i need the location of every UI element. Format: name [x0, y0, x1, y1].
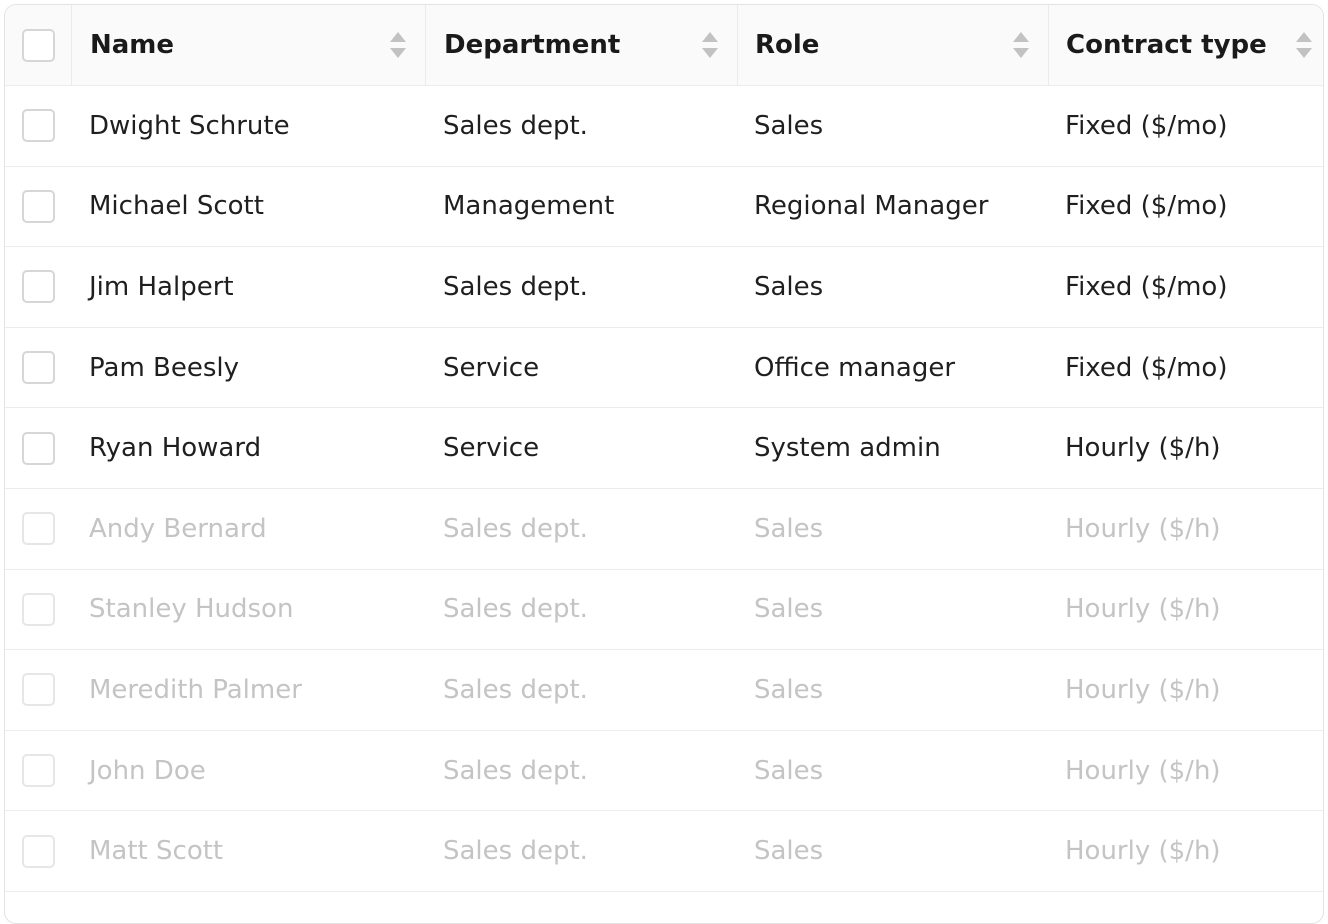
row-checkbox[interactable] [22, 270, 55, 304]
cell-contract-type: Fixed ($/mo) [1065, 352, 1228, 383]
cell-department: Management [443, 191, 615, 222]
cell-name: Andy Bernard [89, 513, 267, 544]
header-checkbox-cell [5, 5, 71, 85]
row-checkbox-cell [5, 328, 71, 408]
cell-contract-type: Hourly ($/h) [1065, 674, 1221, 705]
cell-contract-type: Hourly ($/h) [1065, 513, 1221, 544]
cell-role: Sales [754, 513, 824, 544]
column-header-label: Name [90, 30, 175, 60]
cell-contract-type: Hourly ($/h) [1065, 755, 1221, 786]
cell-contract-type: Fixed ($/mo) [1065, 110, 1228, 141]
row-checkbox[interactable] [22, 754, 55, 788]
cell-contract-type: Fixed ($/mo) [1065, 191, 1228, 222]
cell-contract-type: Hourly ($/h) [1065, 594, 1221, 625]
cell-contract-type: Fixed ($/mo) [1065, 271, 1228, 302]
table-row[interactable]: Dwight Schrute Sales dept. Sales Fixed ($/m… [5, 86, 1323, 167]
column-header-role[interactable]: Role [737, 5, 1048, 85]
column-header-department[interactable]: Department [425, 5, 737, 85]
cell-department: Sales dept. [443, 110, 588, 141]
row-checkbox[interactable] [22, 189, 55, 223]
table-row[interactable]: Michael Scott Management Regional Manager F… [5, 167, 1323, 248]
column-header-name[interactable]: Name [71, 5, 425, 85]
row-checkbox-cell [5, 408, 71, 488]
table-row[interactable]: Stanley Hudson Sales dept. Sales Hourly ($/… [5, 570, 1323, 651]
cell-name: Michael Scott [89, 191, 264, 222]
cell-name: Matt Scott [89, 836, 224, 867]
row-checkbox-cell [5, 86, 71, 166]
cell-name: John Doe [89, 755, 206, 786]
row-checkbox[interactable] [22, 351, 55, 385]
row-checkbox-cell [5, 650, 71, 730]
table-row[interactable]: Andy Bernard Sales dept. Sales Hourly ($/h) [5, 489, 1323, 570]
table-row[interactable]: Pam Beesly Service Office manager Fixed ($/… [5, 328, 1323, 409]
cell-contract-type: Hourly ($/h) [1065, 836, 1221, 867]
cell-role: Office manager [754, 352, 956, 383]
cell-role: Sales [754, 755, 824, 786]
cell-department: Sales dept. [443, 594, 588, 625]
cell-name: Ryan Howard [89, 433, 262, 464]
cell-role: Sales [754, 271, 824, 302]
cell-department: Sales dept. [443, 755, 588, 786]
cell-name: Pam Beesly [89, 352, 240, 383]
select-all-checkbox[interactable] [22, 28, 55, 62]
row-checkbox[interactable] [22, 109, 55, 143]
sort-icon[interactable] [1295, 30, 1313, 60]
cell-department: Sales dept. [443, 674, 588, 705]
sort-icon[interactable] [1012, 30, 1030, 60]
cell-name: Stanley Hudson [89, 594, 294, 625]
table-header-row: Name Department Role Contract type [5, 5, 1323, 86]
row-checkbox-cell [5, 489, 71, 569]
cell-role: Regional Manager [754, 191, 989, 222]
table-row[interactable]: Ryan Howard Service System admin Hourly ($/… [5, 408, 1323, 489]
table-row[interactable]: John Doe Sales dept. Sales Hourly ($/h) [5, 731, 1323, 812]
cell-department: Service [443, 352, 540, 383]
row-checkbox[interactable] [22, 431, 55, 465]
cell-name: Meredith Palmer [89, 674, 302, 705]
cell-department: Service [443, 433, 540, 464]
row-checkbox[interactable] [22, 512, 55, 546]
table-row[interactable]: Matt Scott Sales dept. Sales Hourly ($/h) [5, 811, 1323, 892]
table-row[interactable]: Meredith Palmer Sales dept. Sales Hourly ($… [5, 650, 1323, 731]
cell-name: Dwight Schrute [89, 110, 290, 141]
row-checkbox[interactable] [22, 834, 55, 868]
table-body: Dwight Schrute Sales dept. Sales Fixed ($/m… [5, 86, 1323, 892]
row-checkbox-cell [5, 167, 71, 247]
row-checkbox-cell [5, 731, 71, 811]
row-checkbox-cell [5, 811, 71, 891]
row-checkbox[interactable] [22, 673, 55, 707]
column-header-label: Role [755, 30, 820, 60]
column-header-label: Contract type [1066, 30, 1267, 60]
cell-role: System admin [754, 433, 941, 464]
cell-contract-type: Hourly ($/h) [1065, 433, 1221, 464]
row-checkbox[interactable] [22, 592, 55, 626]
sort-icon[interactable] [701, 30, 719, 60]
employee-table: Name Department Role Contract type Dwigh… [4, 4, 1324, 924]
cell-name: Jim Halpert [89, 271, 234, 302]
cell-department: Sales dept. [443, 513, 588, 544]
cell-department: Sales dept. [443, 271, 588, 302]
sort-icon[interactable] [389, 30, 407, 60]
column-header-label: Department [444, 30, 621, 60]
cell-role: Sales [754, 836, 824, 867]
cell-role: Sales [754, 674, 824, 705]
cell-role: Sales [754, 110, 824, 141]
cell-department: Sales dept. [443, 836, 588, 867]
column-header-contract-type[interactable]: Contract type [1048, 5, 1323, 85]
cell-role: Sales [754, 594, 824, 625]
row-checkbox-cell [5, 570, 71, 650]
table-row[interactable]: Jim Halpert Sales dept. Sales Fixed ($/mo) [5, 247, 1323, 328]
row-checkbox-cell [5, 247, 71, 327]
